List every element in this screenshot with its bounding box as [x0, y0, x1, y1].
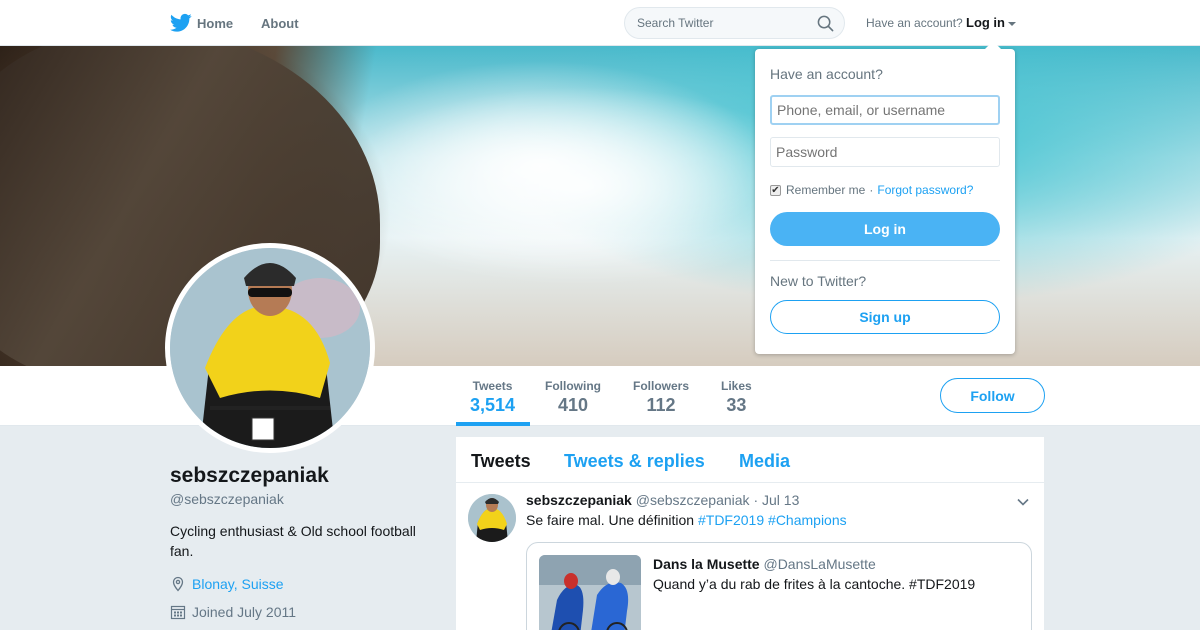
tab-tweets-and-replies[interactable]: Tweets & replies [564, 451, 705, 472]
stat-followers[interactable]: Followers 112 [633, 379, 689, 416]
search-icon[interactable] [817, 15, 834, 32]
quoted-tweet-image [539, 555, 641, 630]
search-input[interactable]: Search Twitter [637, 16, 713, 30]
stat-following[interactable]: Following 410 [545, 379, 601, 416]
stat-tweets[interactable]: Tweets 3,514 [470, 379, 515, 416]
stat-label: Followers [633, 379, 690, 393]
username-field[interactable] [770, 95, 1000, 125]
stat-value: 3,514 [470, 395, 516, 415]
timeline: Tweets Tweets & replies Media sebszczepa… [456, 437, 1044, 630]
dropdown-divider [770, 260, 1000, 261]
calendar-icon [170, 605, 186, 620]
location-text[interactable]: Blonay, Suisse [192, 576, 284, 592]
caret-down-icon [1008, 21, 1016, 26]
profile-bio: Cycling enthusiast & Old school football… [170, 523, 416, 559]
search-box[interactable]: Search Twitter [624, 7, 845, 39]
stat-value: 112 [646, 395, 676, 415]
tweet-author-name[interactable]: sebszczepaniak [526, 492, 632, 508]
quoted-author-name[interactable]: Dans la Musette [653, 556, 760, 572]
tweet-header: sebszczepaniak @sebszczepaniak · Jul 13 [526, 492, 799, 508]
tab-media[interactable]: Media [739, 451, 790, 472]
password-field[interactable] [770, 137, 1000, 167]
joined-text: Joined July 2011 [192, 604, 297, 620]
twitter-logo-icon[interactable] [170, 13, 192, 33]
stat-label: Following [545, 379, 601, 393]
chevron-down-icon[interactable] [1016, 495, 1030, 509]
stat-label: Tweets [472, 379, 513, 393]
have-account-label: Have an account? [866, 16, 963, 30]
quoted-tweet[interactable]: Dans la Musette @DansLaMusette Quand y’a… [526, 542, 1032, 630]
login-dropdown: Have an account? ✔ Remember me · Forgot … [755, 41, 1015, 354]
profile-joined: Joined July 2011 [170, 604, 296, 620]
follow-button[interactable]: Follow [940, 378, 1045, 413]
quoted-tweet-header: Dans la Musette @DansLaMusette [653, 556, 876, 572]
stat-value: 410 [557, 395, 589, 415]
remember-separator: · [869, 183, 874, 197]
remember-me-row: ✔ Remember me · Forgot password? [770, 183, 973, 197]
login-button[interactable]: Log in [770, 212, 1000, 246]
tweet-avatar-image [468, 494, 516, 542]
tweet-author-handle[interactable]: @sebszczepaniak [636, 492, 750, 508]
dropdown-arrow [985, 41, 1001, 49]
location-pin-icon [172, 576, 184, 592]
tab-tweets[interactable]: Tweets [471, 451, 531, 472]
nav-home-link[interactable]: Home [197, 16, 233, 31]
tweet-meta-separator: · [753, 492, 759, 508]
remember-me-checkbox[interactable]: ✔ [770, 184, 781, 196]
active-stat-underline [456, 422, 530, 426]
hashtag-link[interactable]: #Champions [768, 512, 847, 528]
remember-me-label[interactable]: Remember me [786, 183, 865, 197]
tweet-text: Se faire mal. Une définition #TDF2019 #C… [526, 512, 847, 528]
riders-photo [539, 555, 641, 630]
hashtag-link[interactable]: #TDF2019 [698, 512, 764, 528]
quoted-author-handle[interactable]: @DansLaMusette [763, 556, 875, 572]
quoted-tweet-text: Quand y’a du rab de frites à la cantoche… [653, 576, 976, 592]
stat-likes[interactable]: Likes 33 [721, 379, 752, 416]
timeline-tabs: Tweets Tweets & replies Media [456, 437, 1044, 483]
signup-button[interactable]: Sign up [770, 300, 1000, 334]
nav-about-link[interactable]: About [261, 16, 299, 31]
profile-handle[interactable]: @sebszczepaniak [170, 491, 284, 507]
profile-name[interactable]: sebszczepaniak [170, 464, 329, 488]
top-navigation: Home About Search Twitter Have an accoun… [0, 0, 1200, 46]
tweet-date[interactable]: Jul 13 [762, 492, 799, 508]
login-link-label[interactable]: Log in [966, 15, 1005, 30]
cyclist-avatar-image [170, 248, 370, 448]
new-to-twitter-label: New to Twitter? [770, 273, 867, 289]
stat-label: Likes [721, 379, 752, 393]
dropdown-title: Have an account? [770, 66, 883, 82]
profile-avatar[interactable] [165, 243, 375, 453]
login-dropdown-toggle[interactable]: Log in [966, 15, 1016, 30]
stat-value: 33 [726, 395, 747, 415]
forgot-password-link[interactable]: Forgot password? [877, 183, 973, 197]
tweet-author-avatar[interactable] [468, 494, 516, 542]
profile-location[interactable]: Blonay, Suisse [170, 576, 284, 592]
tweet-body: Se faire mal. Une définition [526, 512, 695, 528]
